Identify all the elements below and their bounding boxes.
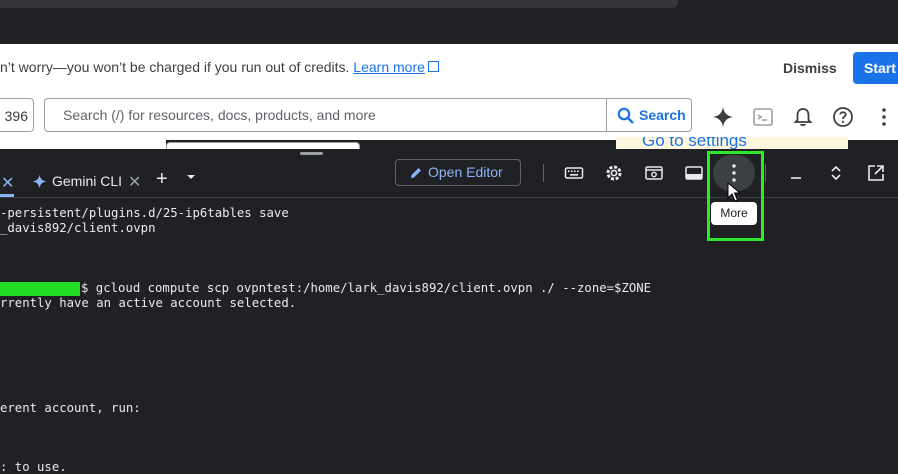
project-picker[interactable]: 396 <box>0 98 34 132</box>
web-preview-icon[interactable] <box>644 163 664 183</box>
search-input[interactable]: Search (/) for resources, docs, products… <box>44 98 606 132</box>
credits-banner: n’t worry—you won’t be charged if you ru… <box>0 44 898 93</box>
active-tab-indicator <box>0 194 14 197</box>
terminal-line: -persistent/plugins.d/25-ip6tables save <box>0 206 289 220</box>
search-icon <box>617 107 634 124</box>
help-icon[interactable] <box>832 106 854 128</box>
page-content-behind <box>0 140 166 149</box>
layout-panel-icon[interactable] <box>684 163 704 183</box>
chevron-down-icon[interactable] <box>187 175 195 179</box>
cloud-shell-icon[interactable] <box>752 106 774 128</box>
minimize-icon[interactable] <box>786 163 806 183</box>
toolbar-divider <box>765 164 766 182</box>
gemini-sparkle-icon[interactable] <box>712 106 734 128</box>
close-icon[interactable]: ✕ <box>1 173 14 193</box>
terminal-line: rrently have an active account selected. <box>0 296 297 310</box>
terminal-line: erent account, run: <box>0 401 141 415</box>
add-tab-icon[interactable]: + <box>156 168 168 191</box>
learn-more-link[interactable]: Learn more <box>353 59 425 75</box>
dismiss-button[interactable]: Dismiss <box>766 52 854 84</box>
open-editor-button[interactable]: Open Editor <box>395 159 521 186</box>
browser-top-strip <box>0 0 898 44</box>
terminal-line: $ gcloud compute scp ovpntest:/home/lark… <box>81 281 652 295</box>
redacted-prompt <box>0 282 80 296</box>
more-vert-icon[interactable] <box>876 106 898 128</box>
toolbar-divider <box>543 164 544 182</box>
console-header: 396 Search (/) for resources, docs, prod… <box>0 92 898 140</box>
settings-card-behind: Go to settings <box>616 137 848 149</box>
browser-tab-strip <box>0 0 678 8</box>
external-link-icon <box>427 61 439 72</box>
pencil-icon <box>411 168 421 178</box>
close-icon[interactable]: ✕ <box>128 172 141 192</box>
banner-message: n’t worry—you won’t be charged if you ru… <box>0 59 439 75</box>
terminal-line: _davis892/client.ovpn <box>0 221 156 235</box>
terminal-output[interactable]: -persistent/plugins.d/25-ip6tables save … <box>0 198 898 474</box>
search-button[interactable]: Search <box>606 98 692 132</box>
gemini-sparkle-icon <box>32 174 47 189</box>
keyboard-icon[interactable] <box>564 163 584 183</box>
go-to-settings-link[interactable]: Go to settings <box>642 137 747 149</box>
open-in-new-window-icon[interactable] <box>866 163 886 183</box>
start-button[interactable]: Start <box>853 52 898 84</box>
notifications-bell-icon[interactable] <box>792 106 814 128</box>
terminal-line: : to use. <box>0 460 67 474</box>
gear-icon[interactable] <box>604 163 624 183</box>
resize-handle[interactable] <box>300 152 323 155</box>
expand-icon[interactable] <box>826 163 846 183</box>
